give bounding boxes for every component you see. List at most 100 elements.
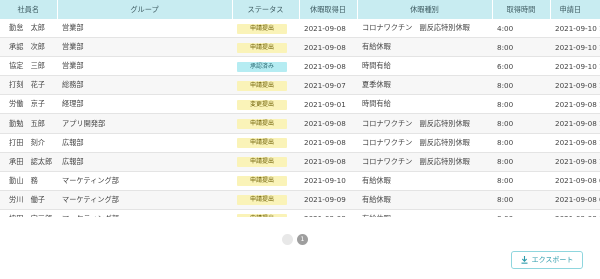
- leave-date-cell: 2021-09-08: [299, 37, 357, 58]
- table-row[interactable]: 労川 働子 マーケティング部 申請提出 2021-09-09 有給休暇 8:00 2021-…: [0, 190, 600, 210]
- hours-cell: 8:00: [492, 113, 550, 134]
- leave-date-cell: 2021-09-09: [299, 190, 357, 210]
- download-icon: [521, 256, 528, 264]
- applied-date-cell: 2021-09-08 10: [550, 113, 600, 134]
- status-cell: 申請提出: [232, 209, 299, 217]
- status-badge: 申請提出: [237, 23, 287, 34]
- leave-date-cell: 2021-09-08: [299, 56, 357, 77]
- table-row[interactable]: 打田 刻介 広報部 申請提出 2021-09-08 コロナワクチン 副反応特別休暇 8:0…: [0, 133, 600, 153]
- leave-date-cell: 2021-09-08: [299, 113, 357, 134]
- status-cell: 申請提出: [232, 133, 299, 153]
- header-employee-name[interactable]: 社員名: [0, 0, 58, 19]
- leave-date-cell: 2021-09-01: [299, 94, 357, 115]
- table-row[interactable]: 承田 認太郎 広報部 申請提出 2021-09-08 コロナワクチン 副反応特別休暇 8:…: [0, 152, 600, 172]
- leave-type-cell: コロナワクチン 副反応特別休暇: [357, 152, 492, 172]
- pagination: 1: [282, 234, 308, 245]
- leave-type-cell: 有給休暇: [357, 190, 492, 210]
- header-hours[interactable]: 取得時間: [492, 0, 551, 19]
- group-cell: 広報部: [57, 152, 232, 172]
- leave-date-cell: 2021-09-08: [299, 19, 357, 39]
- status-badge: 変更提出: [237, 99, 287, 110]
- status-badge: 申請提出: [237, 157, 287, 168]
- status-cell: 申請提出: [232, 190, 299, 210]
- employee-name-cell: 労働 京子: [0, 94, 57, 115]
- hours-cell: 8:00: [492, 133, 550, 153]
- leave-type-cell: コロナワクチン 副反応特別休暇: [357, 19, 492, 39]
- applied-date-cell: 2021-09-10 11: [550, 56, 600, 77]
- table-row[interactable]: 協定 三郎 営業部 承認済み 2021-09-08 時間有給 6:00 2021-09-10…: [0, 56, 600, 77]
- table-row[interactable]: 勤怠 太郎 営業部 申請提出 2021-09-08 コロナワクチン 副反応特別休暇 4:0…: [0, 19, 600, 39]
- leave-request-screen: 社員名 グループ ステータス 休暇取得日 休暇種別 取得時間 申請日 勤怠 太郎…: [0, 0, 600, 279]
- page-button-current[interactable]: 1: [297, 234, 308, 245]
- header-applied-date[interactable]: 申請日: [550, 0, 600, 19]
- leave-date-cell: 2021-09-08: [299, 152, 357, 172]
- table-row[interactable]: 承認 次郎 営業部 申請提出 2021-09-08 有給休暇 8:00 2021-09-10…: [0, 37, 600, 58]
- leave-date-cell: 2021-09-07: [299, 75, 357, 96]
- table-row[interactable]: 協田 定三郎マーケティング部申請提出 2021-09-08有給休暇8:002021…: [0, 209, 600, 217]
- table-row[interactable]: 勤山 務マーケティング部 申請提出 2021-09-10 有給休暇 8:00 2021-0…: [0, 171, 600, 191]
- status-badge: 申請提出: [237, 214, 287, 217]
- employee-name-cell: 打田 刻介: [0, 133, 57, 153]
- group-cell: アプリ開発部: [57, 113, 232, 134]
- status-cell: 申請提出: [232, 75, 299, 96]
- group-cell: 営業部: [57, 19, 232, 39]
- header-group[interactable]: グループ: [57, 0, 233, 19]
- employee-name-cell: 勤山 務: [0, 171, 57, 191]
- leave-date-cell: 2021-09-08: [299, 133, 357, 153]
- applied-date-cell: 2021-09-08 10: [550, 75, 600, 96]
- header-leave-type[interactable]: 休暇種別: [357, 0, 493, 19]
- employee-name-cell: 承認 次郎: [0, 37, 57, 58]
- group-cell: 広報部: [57, 133, 232, 153]
- table-header-row: 社員名 グループ ステータス 休暇取得日 休暇種別 取得時間 申請日: [0, 0, 600, 19]
- leave-date-cell: 2021-09-08: [299, 209, 357, 217]
- leave-type-cell: 時間有給: [357, 94, 492, 115]
- leave-table: 社員名 グループ ステータス 休暇取得日 休暇種別 取得時間 申請日 勤怠 太郎…: [0, 0, 600, 217]
- leave-type-cell: 有給休暇: [357, 209, 492, 217]
- leave-table-container: 社員名 グループ ステータス 休暇取得日 休暇種別 取得時間 申請日 勤怠 太郎…: [0, 0, 600, 217]
- hours-cell: 8:00: [492, 209, 550, 217]
- group-cell: 営業部: [57, 37, 232, 58]
- status-badge: 申請提出: [237, 138, 287, 149]
- status-badge: 申請提出: [237, 42, 287, 53]
- hours-cell: 8:00: [492, 190, 550, 210]
- table-row[interactable]: 打刻 花子 総務部 申請提出 2021-09-07 夏季休暇 8:00 2021-09-08…: [0, 75, 600, 96]
- status-cell: 承認済み: [232, 56, 299, 77]
- employee-name-cell: 協定 三郎: [0, 56, 57, 77]
- table-row[interactable]: 労働 京子 経理部 変更提出 2021-09-01 時間有給 8:00 2021-09-08…: [0, 94, 600, 115]
- status-badge: 申請提出: [237, 195, 287, 206]
- employee-name-cell: 承田 認太郎: [0, 152, 57, 172]
- export-button[interactable]: エクスポート: [511, 251, 583, 269]
- employee-name-cell: 勤勉 五郎: [0, 113, 57, 134]
- status-cell: 申請提出: [232, 152, 299, 172]
- leave-date-cell: 2021-09-10: [299, 171, 357, 191]
- hours-cell: 6:00: [492, 56, 550, 77]
- employee-name-cell: 勤怠 太郎: [0, 19, 57, 39]
- status-badge: 承認済み: [237, 61, 287, 72]
- hours-cell: 8:00: [492, 94, 550, 115]
- applied-date-cell: 2021-09-08 10: [550, 133, 600, 153]
- hours-cell: 4:00: [492, 19, 550, 39]
- leave-type-cell: 有給休暇: [357, 37, 492, 58]
- leave-type-cell: コロナワクチン 副反応特別休暇: [357, 113, 492, 134]
- group-cell: 経理部: [57, 94, 232, 115]
- header-status[interactable]: ステータス: [232, 0, 300, 19]
- header-leave-date[interactable]: 休暇取得日: [299, 0, 358, 19]
- status-badge: 申請提出: [237, 176, 287, 187]
- applied-date-cell: 2021-09-08 07: [550, 190, 600, 210]
- applied-date-cell: 2021-09-10 10: [550, 19, 600, 39]
- employee-name-cell: 労川 働子: [0, 190, 57, 210]
- hours-cell: 8:00: [492, 152, 550, 172]
- group-cell: 営業部: [57, 56, 232, 77]
- prev-page-button[interactable]: [282, 234, 293, 245]
- status-cell: 申請提出: [232, 113, 299, 134]
- employee-name-cell: 打刻 花子: [0, 75, 57, 96]
- applied-date-cell: 2021-09-08 07: [550, 171, 600, 191]
- status-badge: 申請提出: [237, 80, 287, 91]
- leave-type-cell: 夏季休暇: [357, 75, 492, 96]
- applied-date-cell: 2021-09-08 10: [550, 94, 600, 115]
- status-badge: 申請提出: [237, 119, 287, 130]
- hours-cell: 8:00: [492, 37, 550, 58]
- applied-date-cell: 2021-09-10 11: [550, 37, 600, 58]
- table-row[interactable]: 勤勉 五郎 アプリ開発部 申請提出 2021-09-08 コロナワクチン 副反応特別休暇…: [0, 113, 600, 134]
- status-cell: 変更提出: [232, 94, 299, 115]
